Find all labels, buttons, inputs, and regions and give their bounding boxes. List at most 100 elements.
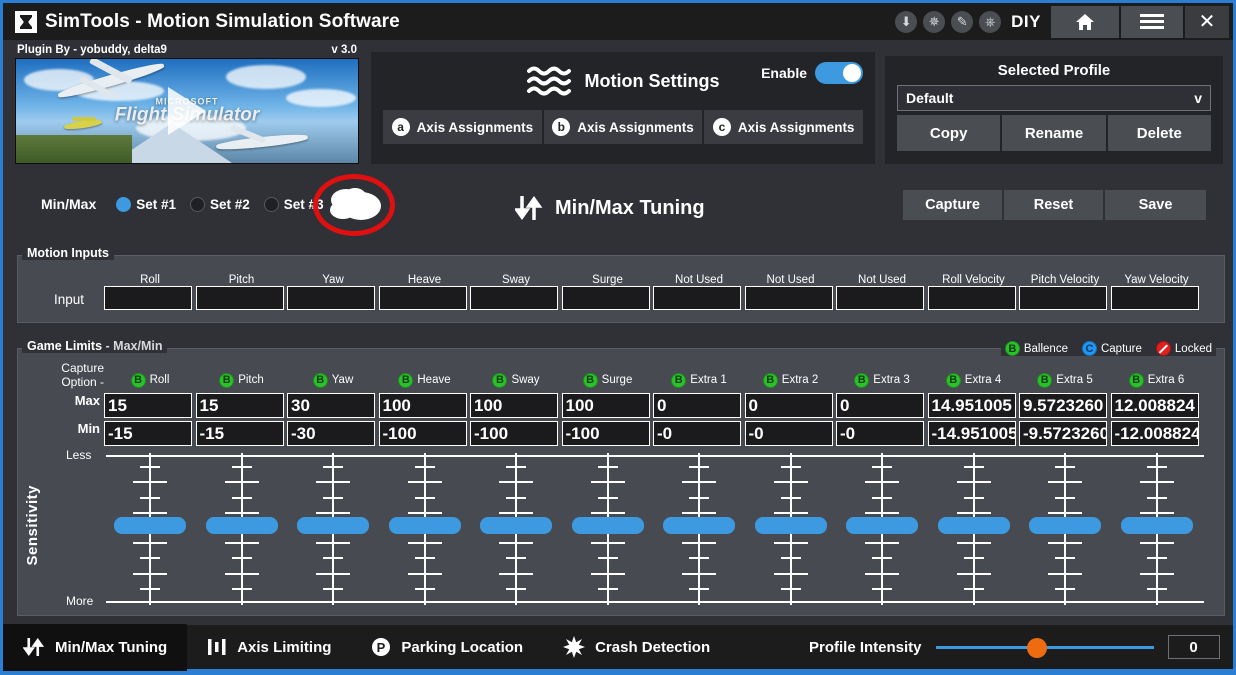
- game-limit-header[interactable]: BExtra 3: [836, 371, 928, 389]
- sensitivity-slider[interactable]: [562, 453, 654, 605]
- max-value-field[interactable]: 0: [745, 393, 833, 418]
- profile-intensity-slider[interactable]: [936, 638, 1154, 656]
- tab-min-max-tuning[interactable]: Min/Max Tuning: [3, 624, 187, 671]
- min-value-field[interactable]: -15: [196, 421, 284, 446]
- sensitivity-slider[interactable]: [745, 453, 837, 605]
- sensitivity-slider-thumb[interactable]: [297, 517, 369, 534]
- save-button[interactable]: Save: [1105, 190, 1206, 220]
- close-icon[interactable]: ✕: [1185, 6, 1229, 38]
- max-value-field[interactable]: 0: [653, 393, 741, 418]
- ballence-b-icon[interactable]: B: [492, 373, 507, 388]
- ballence-b-icon[interactable]: B: [763, 373, 778, 388]
- motion-input-field[interactable]: [287, 286, 375, 310]
- sensitivity-slider-thumb[interactable]: [938, 517, 1010, 534]
- min-value-field[interactable]: -0: [836, 421, 924, 446]
- ballence-b-icon[interactable]: B: [313, 373, 328, 388]
- ballence-b-icon[interactable]: B: [583, 373, 598, 388]
- pencil-icon[interactable]: ✎: [951, 11, 973, 33]
- copy-profile-button[interactable]: Copy: [897, 115, 1002, 151]
- sensitivity-slider[interactable]: [470, 453, 562, 605]
- rename-profile-button[interactable]: Rename: [1002, 115, 1107, 151]
- max-value-field[interactable]: 100: [562, 393, 650, 418]
- sensitivity-slider-thumb[interactable]: [114, 517, 186, 534]
- sensitivity-slider-thumb[interactable]: [480, 517, 552, 534]
- max-value-field[interactable]: 100: [379, 393, 467, 418]
- axis-assignments-a-button[interactable]: a Axis Assignments: [383, 110, 544, 144]
- game-limit-header[interactable]: BRoll: [104, 371, 196, 389]
- sensitivity-slider-thumb[interactable]: [1121, 517, 1193, 534]
- motion-input-field[interactable]: [928, 286, 1016, 310]
- hamburger-menu-icon[interactable]: [1121, 6, 1183, 38]
- ballence-b-icon[interactable]: B: [1129, 373, 1144, 388]
- max-value-field[interactable]: 0: [836, 393, 924, 418]
- motion-input-field[interactable]: [1111, 286, 1199, 310]
- axis-assignments-c-button[interactable]: c Axis Assignments: [704, 110, 863, 144]
- sensitivity-slider[interactable]: [928, 453, 1020, 605]
- min-value-field[interactable]: -14.951005: [928, 421, 1016, 446]
- home-icon[interactable]: [1051, 6, 1119, 38]
- motion-input-field[interactable]: [379, 286, 467, 310]
- profile-dropdown[interactable]: Default v: [897, 85, 1211, 111]
- sensitivity-slider[interactable]: [1019, 453, 1111, 605]
- tab-crash-detection[interactable]: Crash Detection: [543, 624, 730, 671]
- ballence-b-icon[interactable]: B: [671, 373, 686, 388]
- max-value-field[interactable]: 15: [196, 393, 284, 418]
- min-value-field[interactable]: -100: [470, 421, 558, 446]
- axis-assignments-b-button[interactable]: b Axis Assignments: [544, 110, 705, 144]
- max-value-field[interactable]: 100: [470, 393, 558, 418]
- ballence-b-icon[interactable]: B: [131, 373, 146, 388]
- game-limit-header[interactable]: BExtra 5: [1019, 371, 1111, 389]
- min-value-field[interactable]: -100: [562, 421, 650, 446]
- motion-input-field[interactable]: [836, 286, 924, 310]
- game-artwork[interactable]: MICROSOFT Flight Simulator: [15, 58, 359, 164]
- max-value-field[interactable]: 15: [104, 393, 192, 418]
- capture-button[interactable]: Capture: [903, 190, 1004, 220]
- min-value-field[interactable]: -12.008824: [1111, 421, 1199, 446]
- sensitivity-slider-thumb[interactable]: [206, 517, 278, 534]
- ballence-b-icon[interactable]: B: [219, 373, 234, 388]
- sensitivity-slider[interactable]: [287, 453, 379, 605]
- play-triangle-icon[interactable]: [168, 87, 206, 135]
- game-limit-header[interactable]: BSway: [470, 371, 562, 389]
- max-value-field[interactable]: 9.5723260: [1019, 393, 1107, 418]
- min-value-field[interactable]: -9.5723260: [1019, 421, 1107, 446]
- sensitivity-slider-thumb[interactable]: [572, 517, 644, 534]
- motion-input-field[interactable]: [196, 286, 284, 310]
- sensitivity-slider-thumb[interactable]: [663, 517, 735, 534]
- min-value-field[interactable]: -100: [379, 421, 467, 446]
- asterisk-icon[interactable]: ✵: [923, 11, 945, 33]
- game-limit-header[interactable]: BYaw: [287, 371, 379, 389]
- power-icon[interactable]: ⎈: [979, 11, 1001, 33]
- ballence-b-icon[interactable]: B: [854, 373, 869, 388]
- ballence-b-icon[interactable]: B: [398, 373, 413, 388]
- game-limit-header[interactable]: BExtra 4: [928, 371, 1020, 389]
- sensitivity-slider[interactable]: [1111, 453, 1203, 605]
- ballence-b-icon[interactable]: B: [1037, 373, 1052, 388]
- download-icon[interactable]: ⬇: [895, 11, 917, 33]
- sensitivity-slider[interactable]: [836, 453, 928, 605]
- motion-input-field[interactable]: [104, 286, 192, 310]
- max-value-field[interactable]: 12.008824: [1111, 393, 1199, 418]
- sensitivity-slider-thumb[interactable]: [389, 517, 461, 534]
- max-value-field[interactable]: 30: [287, 393, 375, 418]
- delete-profile-button[interactable]: Delete: [1108, 115, 1211, 151]
- sensitivity-slider[interactable]: [653, 453, 745, 605]
- motion-input-field[interactable]: [1019, 286, 1107, 310]
- min-value-field[interactable]: -30: [287, 421, 375, 446]
- reset-button[interactable]: Reset: [1004, 190, 1105, 220]
- motion-input-field[interactable]: [562, 286, 650, 310]
- enable-toggle[interactable]: [815, 62, 863, 84]
- game-limit-header[interactable]: BSurge: [562, 371, 654, 389]
- sensitivity-slider-thumb[interactable]: [846, 517, 918, 534]
- motion-input-field[interactable]: [653, 286, 741, 310]
- ballence-b-icon[interactable]: B: [946, 373, 961, 388]
- game-limit-header[interactable]: BPitch: [196, 371, 288, 389]
- sensitivity-slider-thumb[interactable]: [1029, 517, 1101, 534]
- minmax-set-2-radio[interactable]: Set #2: [190, 197, 250, 212]
- min-value-field[interactable]: -0: [653, 421, 741, 446]
- max-value-field[interactable]: 14.951005: [928, 393, 1016, 418]
- tab-parking-location[interactable]: P Parking Location: [351, 624, 543, 671]
- game-limit-header[interactable]: BExtra 6: [1111, 371, 1203, 389]
- sensitivity-slider[interactable]: [379, 453, 471, 605]
- game-limit-header[interactable]: BExtra 1: [653, 371, 745, 389]
